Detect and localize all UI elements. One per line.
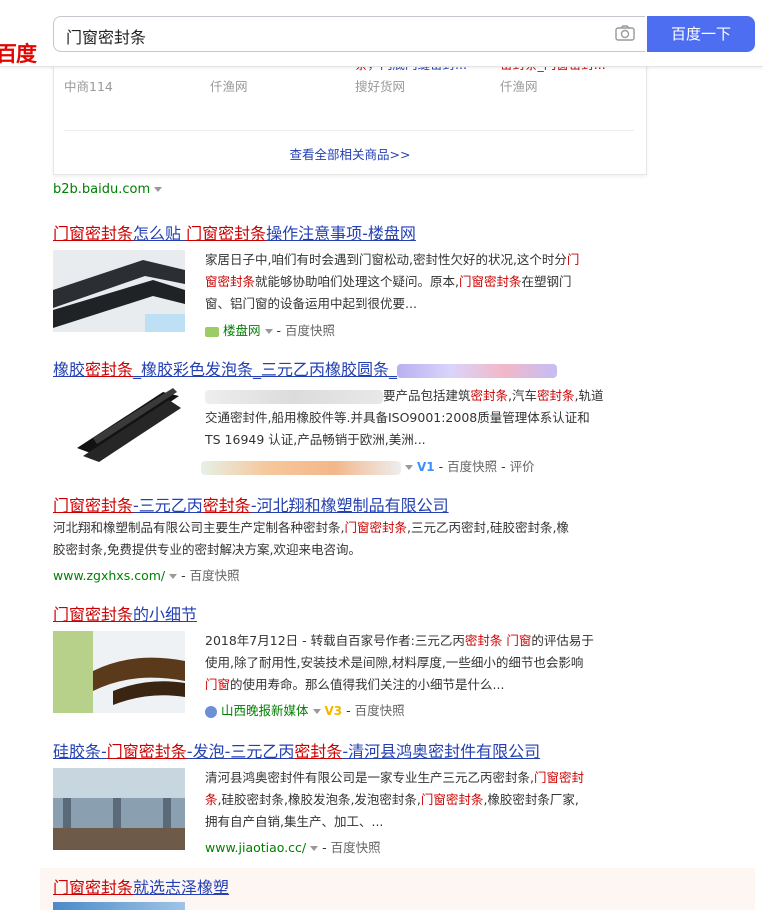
result-meta: V1 - 百度快照 - 评价 bbox=[201, 456, 535, 475]
search-button[interactable]: 百度一下 bbox=[647, 16, 755, 52]
title-text: -三元乙丙 bbox=[133, 496, 203, 515]
product-source: 中商114 bbox=[64, 79, 113, 94]
result-title-link[interactable]: 门窗密封条就选志泽橡塑 bbox=[53, 874, 229, 898]
result-site-link[interactable]: 楼盘网 bbox=[223, 323, 261, 338]
snapshot-link[interactable]: 百度快照 bbox=[285, 323, 335, 338]
title-highlight: 密封条 bbox=[294, 742, 343, 761]
chevron-down-icon[interactable] bbox=[169, 574, 178, 579]
camera-icon[interactable] bbox=[615, 25, 635, 41]
snapshot-link[interactable]: 百度快照 bbox=[190, 568, 240, 583]
result-description: 要产品包括建筑密封条,汽车密封条,轨道 交通密封件,船用橡胶件等.并具备ISO9… bbox=[205, 388, 604, 447]
chevron-down-icon[interactable] bbox=[310, 846, 319, 851]
result-site-link[interactable]: www.zgxhxs.com/ bbox=[53, 568, 165, 583]
divider bbox=[64, 130, 634, 131]
result-meta: 楼盘网 - 百度快照 bbox=[205, 320, 335, 339]
b2b-domain-link[interactable]: b2b.baidu.com bbox=[53, 182, 166, 197]
result-site-link[interactable]: www.jiaotiao.cc/ bbox=[205, 840, 306, 855]
result-title-link[interactable]: 橡胶密封条_橡胶彩色发泡条_三元乙丙橡胶圆条_ bbox=[53, 356, 558, 380]
title-text: 操作注意事项-楼盘网 bbox=[266, 224, 416, 243]
result-thumbnail[interactable] bbox=[53, 768, 185, 850]
title-text: 的小细节 bbox=[133, 605, 198, 624]
result-thumbnail[interactable] bbox=[53, 386, 185, 468]
chevron-down-icon[interactable] bbox=[154, 187, 163, 192]
site-favicon-icon bbox=[205, 326, 219, 337]
result-thumbnail[interactable] bbox=[53, 631, 185, 713]
product-source: 仟渔网 bbox=[210, 79, 248, 94]
result-description: 清河县鸿奥密封件有限公司是一家专业生产三元乙丙密封条,门窗密封 条,硅胶密封条,… bbox=[205, 770, 584, 829]
title-text: -清河县鸿奥密封件有限公司 bbox=[342, 742, 541, 761]
product-source: 搜好货网 bbox=[355, 79, 406, 94]
result-meta: www.jiaotiao.cc/- 百度快照 bbox=[205, 840, 381, 855]
title-text: _橡胶彩色发泡条_三元乙丙橡胶圆条_ bbox=[133, 360, 398, 379]
result-meta: 山西晚报新媒体 V3 - 百度快照 bbox=[205, 700, 405, 719]
seal-strip-image bbox=[53, 250, 185, 332]
result-title-link[interactable]: 门窗密封条-三元乙丙密封条-河北翔和橡塑制品有限公司 bbox=[53, 492, 449, 516]
search-box[interactable] bbox=[53, 16, 645, 52]
result-description: 家居日子中,咱们有时会遇到门窗松动,密封性欠好的状况,这个时分门 窗密封条就能够… bbox=[205, 252, 580, 311]
result-site-link[interactable]: 山西晚报新媒体 bbox=[221, 703, 309, 718]
blurred-text bbox=[205, 389, 383, 404]
result-thumbnail[interactable] bbox=[53, 250, 185, 332]
logo-text: 百度 bbox=[0, 42, 37, 66]
verified-badge-icon[interactable]: V1 bbox=[417, 460, 435, 474]
title-highlight: 门窗密封条 bbox=[106, 742, 187, 761]
search-header: 百度 百度一下 bbox=[0, 0, 763, 67]
result-description: 2018年7月12日 - 转载自百家号作者:三元乙丙密封条 门窗的评估易于 使用… bbox=[205, 633, 594, 692]
chevron-down-icon[interactable] bbox=[405, 465, 413, 470]
chevron-down-icon[interactable] bbox=[312, 709, 321, 714]
chevron-down-icon[interactable] bbox=[264, 329, 273, 334]
title-highlight: 密封条 bbox=[202, 496, 251, 515]
snapshot-link[interactable]: 百度快照 bbox=[331, 840, 381, 855]
blurred-text bbox=[201, 460, 401, 475]
snapshot-link[interactable]: 百度快照 bbox=[447, 459, 497, 474]
title-text: 橡胶 bbox=[53, 360, 86, 379]
title-text: -河北翔和橡塑制品有限公司 bbox=[250, 496, 449, 515]
title-highlight: 密封条 bbox=[85, 360, 134, 379]
baidu-logo[interactable]: 百度 bbox=[0, 14, 50, 66]
title-text: 硅胶条- bbox=[53, 742, 107, 761]
factory-image bbox=[53, 768, 185, 850]
rubber-strip-image bbox=[53, 386, 185, 468]
view-all-products-link[interactable]: 查看全部相关商品>> bbox=[54, 144, 646, 163]
b2b-domain: b2b.baidu.com bbox=[53, 182, 151, 197]
verified-badge-icon[interactable]: V3 bbox=[325, 704, 343, 718]
result-title-link[interactable]: 门窗密封条怎么贴 门窗密封条操作注意事项-楼盘网 bbox=[53, 220, 416, 244]
title-text: -发泡-三元乙丙 bbox=[186, 742, 295, 761]
result-meta: www.zgxhxs.com/- 百度快照 bbox=[53, 568, 240, 583]
title-highlight: 门窗密封条 bbox=[53, 878, 134, 897]
title-highlight: 门窗密封条 bbox=[186, 224, 267, 243]
title-text: 就选志泽橡塑 bbox=[133, 878, 230, 897]
title-highlight: 门窗密封条 bbox=[53, 496, 134, 515]
result-title-link[interactable]: 硅胶条-门窗密封条-发泡-三元乙丙密封条-清河县鸿奥密封件有限公司 bbox=[53, 738, 540, 762]
foam-strip-image bbox=[53, 631, 185, 713]
result-title-link[interactable]: 门窗密封条的小细节 bbox=[53, 601, 197, 625]
title-text: 怎么贴 bbox=[133, 224, 187, 243]
title-highlight: 门窗密封条 bbox=[53, 605, 134, 624]
snapshot-link[interactable]: 百度快照 bbox=[355, 703, 405, 718]
search-input[interactable] bbox=[64, 23, 588, 49]
blurred-text bbox=[397, 363, 558, 378]
title-highlight: 门窗密封条 bbox=[53, 224, 134, 243]
result-description: 河北翔和橡塑制品有限公司主要生产定制各种密封条,门窗密封条,三元乙丙密封,硅胶密… bbox=[53, 520, 569, 557]
review-link[interactable]: 评价 bbox=[510, 459, 535, 474]
result-thumbnail[interactable] bbox=[53, 902, 185, 910]
product-source: 仟渔网 bbox=[500, 79, 538, 94]
site-favicon-icon bbox=[205, 705, 217, 718]
